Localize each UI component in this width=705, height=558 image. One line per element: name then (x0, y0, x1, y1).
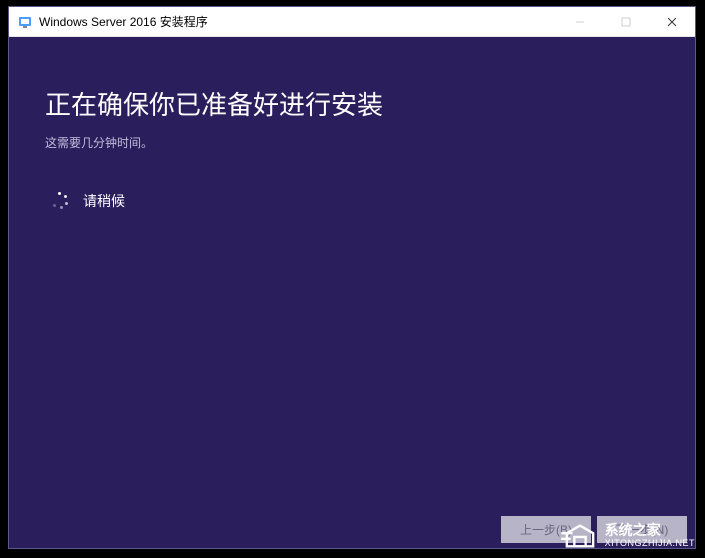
installer-window: Windows Server 2016 安装程序 正在确保你已准备好进行安装 这… (8, 6, 696, 549)
titlebar: Windows Server 2016 安装程序 (9, 7, 695, 37)
close-button[interactable] (649, 7, 695, 36)
spinner-icon (51, 192, 69, 210)
page-subheading: 这需要几分钟时间。 (45, 134, 659, 151)
back-button: 上一步(B) (501, 516, 591, 543)
wait-label: 请稍候 (83, 191, 125, 211)
button-bar: 上一步(B) 下一步(N) (501, 510, 695, 548)
window-controls (557, 7, 695, 36)
content-area: 正在确保你已准备好进行安装 这需要几分钟时间。 请稍候 上一步(B) 下一步(N… (9, 37, 695, 548)
next-button: 下一步(N) (597, 516, 687, 543)
maximize-button (603, 7, 649, 36)
app-icon (17, 14, 33, 30)
window-title: Windows Server 2016 安装程序 (39, 13, 557, 30)
page-heading: 正在确保你已准备好进行安装 (45, 85, 659, 122)
minimize-button (557, 7, 603, 36)
progress-row: 请稍候 (51, 191, 659, 211)
